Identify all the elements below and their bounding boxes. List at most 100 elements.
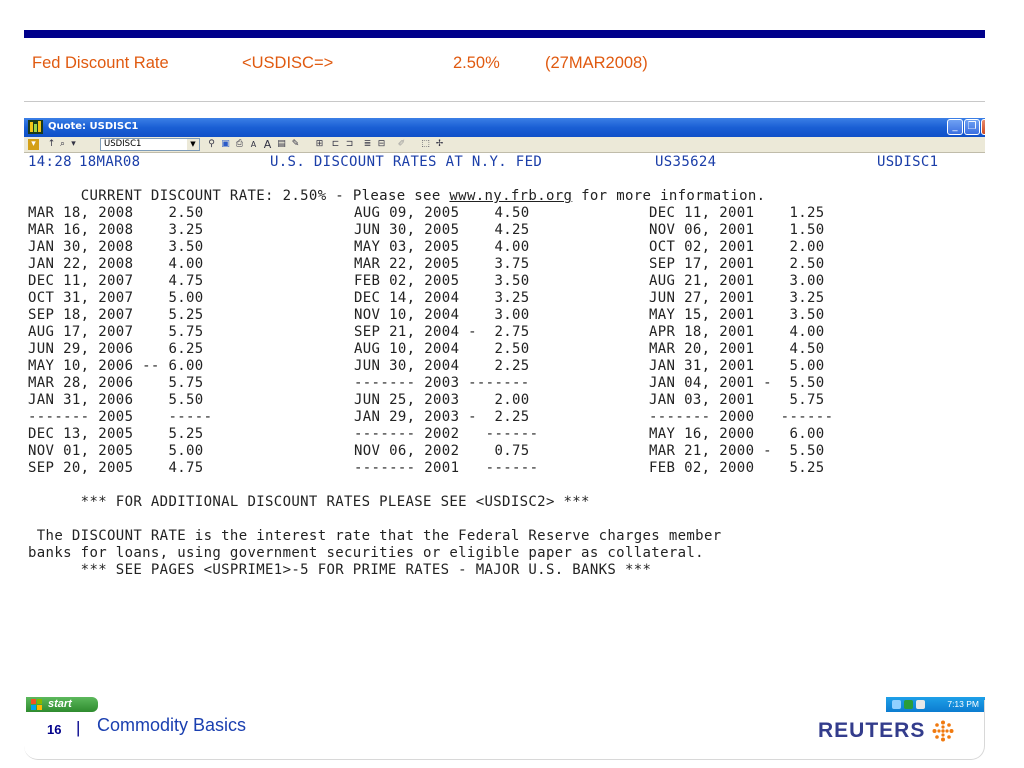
rate-cell: AUG 17, 2007 5.75 xyxy=(28,324,204,340)
rate-cell: JUN 30, 2004 2.25 xyxy=(354,358,530,374)
rate-cell: DEC 13, 2005 5.25 xyxy=(28,426,204,442)
definition-line-2: banks for loans, using government securi… xyxy=(28,545,704,561)
rate-cell: MAR 22, 2005 3.75 xyxy=(354,256,530,272)
current-rate-line: CURRENT DISCOUNT RATE: 2.50% - Please se… xyxy=(28,171,765,204)
page-settings-icon[interactable]: ≣ xyxy=(362,139,373,150)
rate-cell: DEC 11, 2007 4.75 xyxy=(28,273,204,289)
rate-cell: JUN 25, 2003 2.00 xyxy=(354,392,530,408)
rate-cell: AUG 10, 2004 2.50 xyxy=(354,341,530,357)
rate-cell: SEP 21, 2004 - 2.75 xyxy=(354,324,530,340)
rate-cell: ------- 2002 ------ xyxy=(354,426,539,442)
ric-combo-arrow-icon[interactable]: ▼ xyxy=(187,139,199,150)
pin-icon[interactable]: ✢ xyxy=(434,139,445,150)
rate-row: JUN 29, 2006 6.25 AUG 10, 2004 2.50 MAR 20… xyxy=(28,341,824,358)
window-titlebar[interactable]: Quote: USDISC1 _ ❐ ✕ xyxy=(24,118,985,137)
header-label: Fed Discount Rate xyxy=(32,54,169,72)
rate-cell: NOV 10, 2004 3.00 xyxy=(354,307,530,323)
page-number: 16 xyxy=(47,722,62,737)
chart-icon[interactable]: ▤ xyxy=(276,139,287,150)
search-small-icon[interactable]: ⌕ xyxy=(57,139,68,150)
rate-row: MAR 16, 2008 3.25 JUN 30, 2005 4.25 NOV 06… xyxy=(28,222,824,239)
rate-cell: DEC 14, 2004 3.25 xyxy=(354,290,530,306)
rate-table: MAR 18, 2008 2.50 AUG 09, 2005 4.50 DEC 11… xyxy=(28,205,833,477)
rate-row: JAN 22, 2008 4.00 MAR 22, 2005 3.75 SEP 17… xyxy=(28,256,824,273)
rate-cell: JAN 22, 2008 4.00 xyxy=(28,256,204,272)
layout-icon[interactable]: ⊟ xyxy=(376,139,387,150)
pen-icon[interactable]: ✐ xyxy=(396,139,407,150)
quote-header-line: 14:28 18MAR08 U.S. DISCOUNT RATES AT N.Y… xyxy=(28,154,938,171)
window-next-icon[interactable]: ⊐ xyxy=(344,139,355,150)
rate-cell: MAY 16, 2000 6.00 xyxy=(649,426,825,442)
link-icon[interactable]: ⊞ xyxy=(314,139,325,150)
rate-cell: AUG 21, 2001 3.00 xyxy=(649,273,825,289)
rate-cell: JAN 04, 2001 - 5.50 xyxy=(649,375,825,391)
rate-cell: MAY 10, 2006 -- 6.00 xyxy=(28,358,204,374)
quote-date: 18MAR08 xyxy=(79,154,141,170)
ric-combo-box[interactable]: USDISC1 ▼ xyxy=(100,138,200,151)
minimize-button[interactable]: _ xyxy=(947,119,963,135)
rate-row: JAN 31, 2006 5.50 JUN 25, 2003 2.00 JAN 03… xyxy=(28,392,824,409)
rate-cell: NOV 06, 2002 0.75 xyxy=(354,443,530,459)
rate-row: OCT 31, 2007 5.00 DEC 14, 2004 3.25 JUN 27… xyxy=(28,290,824,307)
rate-cell: MAR 18, 2008 2.50 xyxy=(28,205,204,221)
color-picker-icon[interactable]: ✎ xyxy=(290,139,301,150)
up-arrow-icon[interactable]: ↑ xyxy=(46,139,57,150)
additional-rates-note: *** FOR ADDITIONAL DISCOUNT RATES PLEASE… xyxy=(28,494,590,510)
rate-cell: ------- 2000 ------ xyxy=(649,409,834,425)
rate-cell: JUN 30, 2005 4.25 xyxy=(354,222,530,238)
rate-row: NOV 01, 2005 5.00 NOV 06, 2002 0.75 MAR 21… xyxy=(28,443,824,460)
quote-toolbar: ▾ ↑ ⌕ ▾ USDISC1 ▼ ⚲ ▣ ⎙ A A ▤ ✎ ⊞ ⊏ ⊐ ≣ … xyxy=(24,137,985,153)
header-rate: 2.50% xyxy=(453,54,500,72)
rate-cell: SEP 20, 2005 4.75 xyxy=(28,460,204,476)
rate-row: MAR 28, 2006 5.75 ------- 2003 ------- JAN… xyxy=(28,375,824,392)
select-region-icon[interactable]: ⬚ xyxy=(420,139,431,150)
rate-cell: SEP 17, 2001 2.50 xyxy=(649,256,825,272)
rate-row: SEP 18, 2007 5.25 NOV 10, 2004 3.00 MAY 15… xyxy=(28,307,824,324)
rate-cell: FEB 02, 2005 3.50 xyxy=(354,273,530,289)
ric-combo-value: USDISC1 xyxy=(104,139,142,149)
print-icon[interactable]: ⎙ xyxy=(234,139,245,150)
restore-button[interactable]: ❐ xyxy=(964,119,980,135)
rate-cell: MAR 16, 2008 3.25 xyxy=(28,222,204,238)
window-prev-icon[interactable]: ⊏ xyxy=(330,139,341,150)
rate-cell: OCT 02, 2001 2.00 xyxy=(649,239,825,255)
top-rule xyxy=(24,30,985,38)
rate-cell: JAN 29, 2003 - 2.25 xyxy=(354,409,530,425)
menu-icon[interactable]: ▾ xyxy=(28,139,39,150)
quote-page-code: USDISC1 xyxy=(877,154,939,170)
quote-app-icon xyxy=(28,120,43,134)
zoom-icon[interactable]: ⚲ xyxy=(206,139,217,150)
header-divider xyxy=(24,101,985,102)
quote-title: U.S. DISCOUNT RATES AT N.Y. FED xyxy=(270,154,543,170)
rate-cell: JUN 29, 2006 6.25 xyxy=(28,341,204,357)
quote-code: US35624 xyxy=(655,154,717,170)
rate-cell: OCT 31, 2007 5.00 xyxy=(28,290,204,306)
rate-row: DEC 13, 2005 5.25 ------- 2002 ------ MAY … xyxy=(28,426,824,443)
rate-row: MAY 10, 2006 -- 6.00 JUN 30, 2004 2.25 JAN… xyxy=(28,358,824,375)
rate-row: JAN 30, 2008 3.50 MAY 03, 2005 4.00 OCT 02… xyxy=(28,239,824,256)
rate-cell: ------- 2003 ------- xyxy=(354,375,530,391)
close-button[interactable]: ✕ xyxy=(981,119,985,135)
header-ric: <USDISC=> xyxy=(242,54,334,72)
font-larger-icon[interactable]: A xyxy=(262,139,273,150)
font-smaller-icon[interactable]: A xyxy=(248,139,259,150)
prime-rates-note: *** SEE PAGES <USPRIME1>-5 FOR PRIME RAT… xyxy=(28,562,652,578)
save-icon[interactable]: ▣ xyxy=(220,139,231,150)
rate-cell: JAN 31, 2006 5.50 xyxy=(28,392,204,408)
rate-cell: DEC 11, 2001 1.25 xyxy=(649,205,825,221)
rate-cell: JAN 31, 2001 5.00 xyxy=(649,358,825,374)
rate-cell: JUN 27, 2001 3.25 xyxy=(649,290,825,306)
dropdown-arrow-icon[interactable]: ▾ xyxy=(68,139,79,150)
rate-cell: FEB 02, 2000 5.25 xyxy=(649,460,825,476)
rate-cell: MAR 28, 2006 5.75 xyxy=(28,375,204,391)
rate-row: SEP 20, 2005 4.75 ------- 2001 ------ FEB … xyxy=(28,460,824,477)
rate-cell: ------- 2005 ----- xyxy=(28,409,213,425)
header-date: (27MAR2008) xyxy=(545,54,648,72)
page-separator: | xyxy=(76,718,81,737)
rate-row: DEC 11, 2007 4.75 FEB 02, 2005 3.50 AUG 21… xyxy=(28,273,824,290)
rate-row: ------- 2005 ----- JAN 29, 2003 - 2.25 ---… xyxy=(28,409,833,426)
rate-cell: MAR 21, 2000 - 5.50 xyxy=(649,443,825,459)
